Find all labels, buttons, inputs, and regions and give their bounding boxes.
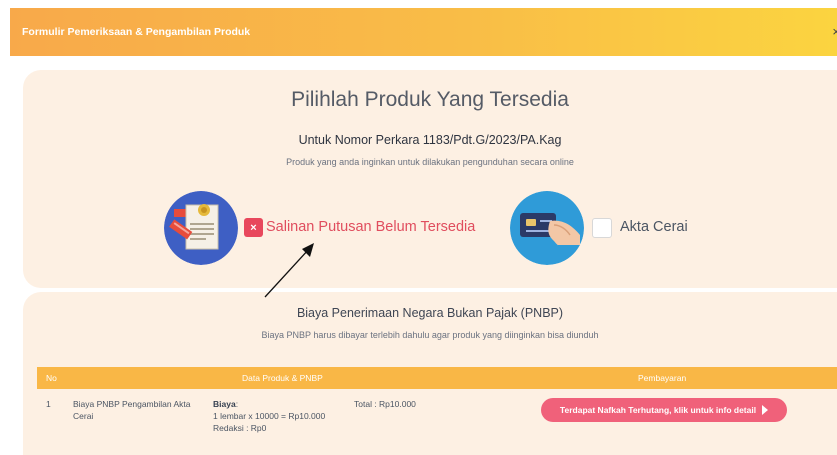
biaya-detail: 1 lembar x 10000 = Rp10.000 bbox=[213, 411, 326, 421]
header-no: No bbox=[46, 373, 57, 383]
case-number-line: Untuk Nomor Perkara 1183/Pdt.G/2023/PA.K… bbox=[298, 133, 562, 147]
pnbp-card: Biaya Penerimaan Negara Bukan Pajak (PNB… bbox=[23, 292, 837, 455]
document-stamp-icon bbox=[164, 191, 238, 265]
nafkah-info-button[interactable]: Terdapat Nafkah Terhutang, klik untuk in… bbox=[541, 398, 787, 422]
products-card: Pilihlah Produk Yang Tersedia Untuk Nomo… bbox=[23, 70, 837, 288]
pnbp-title: Biaya Penerimaan Negara Bukan Pajak (PNB… bbox=[296, 306, 564, 320]
header-data-produk: Data Produk & PNBP bbox=[242, 373, 323, 383]
akta-cerai-label[interactable]: Akta Cerai bbox=[620, 219, 688, 235]
pnbp-subtitle: Biaya PNBP harus dibayar terlebih dahulu… bbox=[261, 330, 599, 340]
modal-header: Formulir Pemeriksaan & Pengambilan Produ… bbox=[10, 8, 837, 56]
redaksi-value: Redaksi : Rp0 bbox=[213, 423, 267, 433]
modal-title: Formulir Pemeriksaan & Pengambilan Produ… bbox=[22, 26, 251, 38]
play-arrow-icon bbox=[762, 405, 769, 415]
akta-cerai-checkbox[interactable] bbox=[592, 218, 612, 238]
row-description: Biaya PNBP Pengambilan Akta Cerai bbox=[73, 399, 191, 421]
header-pembayaran: Pembayaran bbox=[638, 373, 687, 383]
salinan-label: Salinan Putusan Belum Tersedia bbox=[266, 219, 476, 235]
table-header: No Data Produk & PNBP Pembayaran bbox=[37, 367, 837, 389]
row-no: 1 bbox=[46, 399, 51, 409]
nafkah-info-label: Terdapat Nafkah Terhutang, klik untuk in… bbox=[559, 405, 757, 415]
page-title: Pilihlah Produk Yang Tersedia bbox=[291, 88, 569, 111]
salinan-unavailable-checkbox[interactable]: × bbox=[244, 218, 263, 237]
biaya-label: Biaya bbox=[213, 399, 236, 409]
card-hand-icon bbox=[510, 191, 584, 265]
close-icon[interactable]: × bbox=[832, 24, 837, 39]
row-total: Total : Rp10.000 bbox=[354, 399, 416, 409]
products-subtitle: Produk yang anda inginkan untuk dilakuka… bbox=[286, 157, 574, 167]
biaya-colon: : bbox=[235, 399, 239, 409]
row-biaya: Biaya: 1 lembar x 10000 = Rp10.000 Redak… bbox=[213, 398, 343, 434]
